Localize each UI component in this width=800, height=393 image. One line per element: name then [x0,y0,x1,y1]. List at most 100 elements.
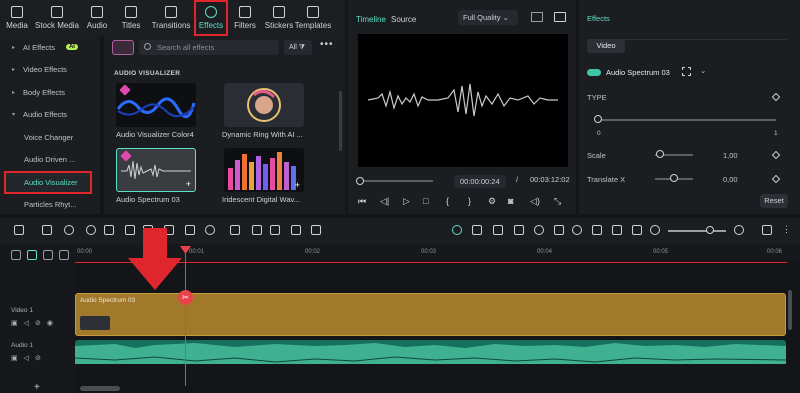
toolbar-filters[interactable]: Filters [228,0,262,36]
ai-assistant-icon[interactable] [452,225,462,235]
category-video-effects[interactable]: ▸ Video Effects [0,59,100,82]
reset-button[interactable]: Reset [760,194,788,208]
translate-value[interactable]: 0,00 [723,175,738,184]
more-options-icon[interactable]: ••• [320,39,334,50]
category-body-effects[interactable]: ▸ Body Effects [0,81,100,104]
redo-icon[interactable] [86,225,96,235]
undo-icon[interactable] [64,225,74,235]
quality-dropdown[interactable]: Full Quality ⌄ [458,10,518,25]
delete-icon[interactable] [104,225,114,235]
image-icon[interactable] [632,225,642,235]
scale-label: Scale [587,151,606,160]
effect-thumbnail-dynamic-ring[interactable] [224,83,304,127]
keyframe-tool-icon[interactable] [554,225,564,235]
type-slider[interactable] [598,119,776,121]
marker-icon[interactable] [291,225,301,235]
tab-timeline[interactable]: Timeline [356,15,386,24]
timeline-scrollbar[interactable] [80,386,120,391]
tab-source[interactable]: Source [391,15,416,24]
add-icon[interactable]: + [295,180,300,190]
stop-icon[interactable]: □ [423,196,428,206]
preview-progress-handle[interactable] [356,177,364,185]
fullscreen-icon[interactable]: ⤡ [554,196,561,207]
select-icon[interactable] [42,225,52,235]
add-icon[interactable]: + [186,179,191,189]
type-slider-handle[interactable] [594,115,602,123]
category-voice-changer[interactable]: Voice Changer [0,126,100,149]
zoom-slider-handle[interactable] [706,226,714,234]
shield-icon[interactable] [534,225,544,235]
volume-icon[interactable]: ◁) [530,196,540,207]
zoom-in-icon[interactable] [734,225,744,235]
snapshot-icon[interactable] [554,12,566,22]
scale-value[interactable]: 1,00 [723,151,738,160]
mark-out-icon[interactable]: } [468,196,471,206]
category-audio-visualizer[interactable]: Audio Visualizer [4,171,92,194]
mixer-icon[interactable] [592,225,602,235]
effect-thumbnail-iridescent[interactable]: + [224,148,304,192]
effect-thumbnail-spectrum03[interactable]: + [116,148,196,192]
speed-icon[interactable] [205,225,215,235]
toolbar-stickers[interactable]: Stickers [262,0,296,36]
scale-slider-handle[interactable] [656,150,664,158]
add-track-icon[interactable] [11,250,21,260]
brush-icon[interactable] [185,225,195,235]
snap-icon[interactable] [514,225,524,235]
more-tools-icon[interactable] [311,225,321,235]
favorites-button[interactable] [112,40,134,55]
toolbar-transitions[interactable]: Transitions [148,0,194,36]
toolbar-effects[interactable]: Effects [194,0,228,36]
play-icon[interactable]: ▷ [403,196,410,207]
toolbar-stock-media[interactable]: Stock Media [34,0,80,36]
link-icon[interactable] [493,225,503,235]
timeline-vscrollbar[interactable] [788,290,792,330]
translate-slider-handle[interactable] [670,174,678,182]
add-track-button[interactable]: + [34,382,40,393]
video-track-controls[interactable]: ▣◁⊘◉ [11,319,59,327]
toolbar-titles[interactable]: Titles [114,0,148,36]
render-icon[interactable] [472,225,482,235]
audio-clip[interactable] [74,340,787,364]
scissors-icon[interactable]: ✂ [178,290,193,305]
filter-dropdown[interactable]: All ⧩ [284,40,312,55]
ai-tool-icon[interactable] [230,225,240,235]
effect-thumbnail-color4[interactable] [116,83,196,127]
preview-progress-track[interactable] [358,180,433,182]
settings-icon[interactable]: ⚙ [488,196,496,207]
audio-tool-icon[interactable] [252,225,262,235]
grid-view-icon[interactable] [531,12,543,22]
toolbar-templates[interactable]: Templates [295,0,331,36]
toolbar-audio[interactable]: Audio [80,0,114,36]
category-particles-rhythm[interactable]: Particles Rhyt... [0,194,100,217]
audio-track-controls[interactable]: ▣◁⊘ [11,354,47,362]
layout-icon[interactable] [762,225,772,235]
zoom-slider[interactable] [668,230,726,232]
effect-toggle[interactable] [587,69,601,76]
category-audio-effects[interactable]: ▾ Audio Effects [0,104,100,127]
playhead[interactable] [185,246,186,386]
beat-icon[interactable] [270,225,280,235]
subtitle-icon[interactable] [612,225,622,235]
grid-icon[interactable] [14,225,24,235]
chevron-down-icon[interactable]: ⌄ [700,66,706,75]
category-ai-effects[interactable]: ▸ AI Effects AI [0,36,100,59]
track-settings-icon[interactable] [59,250,69,260]
more-icon[interactable]: ⋮ [782,225,792,235]
toolbar-media[interactable]: Media [0,0,34,36]
previous-frame-icon[interactable]: ⏮ [358,196,366,207]
keyframe-icon[interactable] [771,174,781,184]
zoom-out-icon[interactable] [650,225,660,235]
effects-scrollbar[interactable] [339,91,342,151]
keyframe-icon[interactable] [771,92,781,102]
keyframe-icon[interactable] [771,150,781,160]
category-audio-driven[interactable]: Audio Driven ... [0,149,100,172]
search-input[interactable]: Search all effects [139,40,279,55]
mark-in-icon[interactable]: { [446,196,449,206]
camera-icon[interactable]: ◙ [508,196,513,206]
magnet-icon[interactable] [43,250,53,260]
step-back-icon[interactable]: ◁| [380,196,389,207]
link-track-icon[interactable] [27,250,37,260]
tab-video[interactable]: Video [587,39,625,53]
mic-icon[interactable] [572,225,582,235]
target-icon[interactable] [682,67,691,76]
